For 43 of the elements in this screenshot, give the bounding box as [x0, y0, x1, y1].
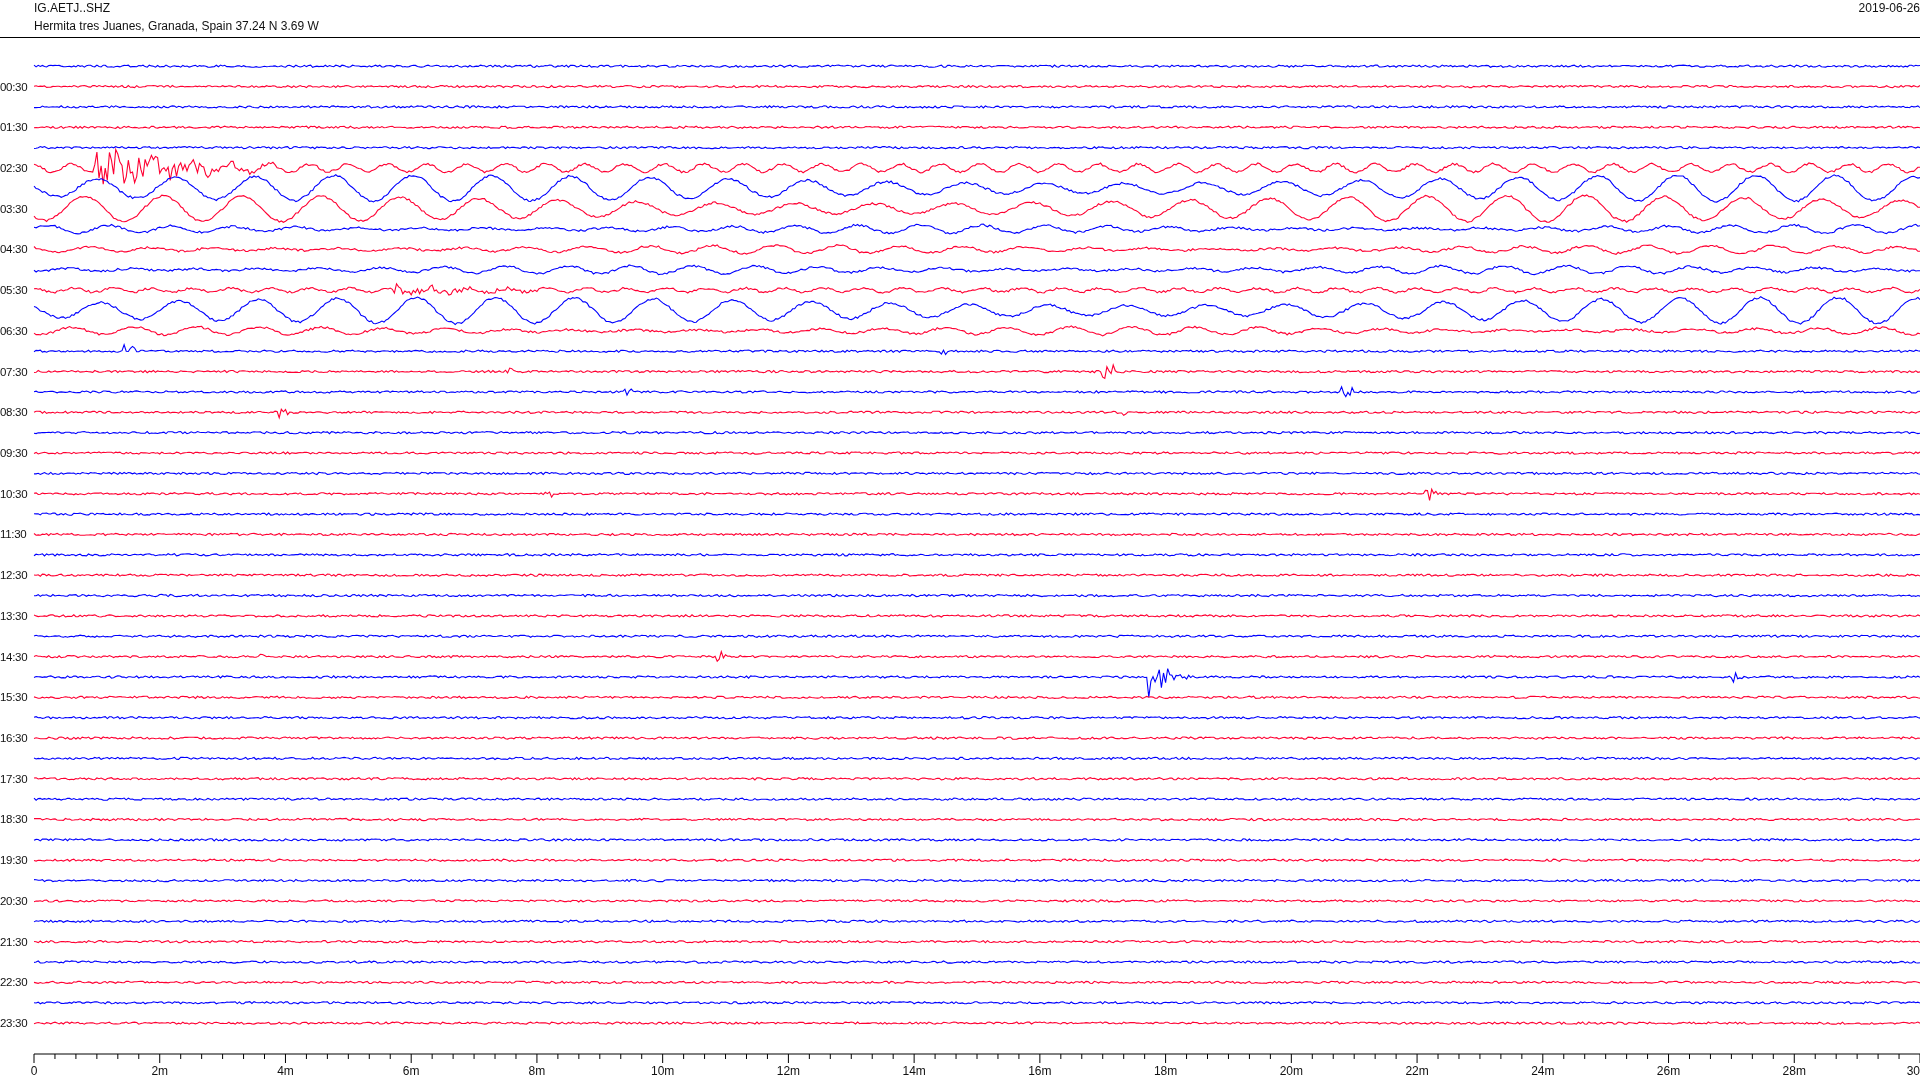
axis-tick-label: 28m: [1782, 1064, 1806, 1079]
time-label: 09:30: [0, 447, 28, 459]
axis-tick-label: 14m: [902, 1064, 926, 1079]
time-label: 18:30: [0, 813, 28, 826]
time-label: 23:30: [0, 1017, 28, 1030]
time-label: 02:30: [0, 161, 28, 174]
station-location: Hermita tres Juanes, Granada, Spain 37.24 N 3.69 W: [34, 19, 319, 33]
time-label: 13:30: [0, 609, 28, 622]
axis-tick-label: 4m: [277, 1064, 294, 1079]
station-code: IG.AETJ..SHZ: [34, 1, 111, 15]
time-label: 08:30: [0, 406, 28, 419]
time-label: 00:30: [0, 80, 28, 93]
time-label: 16:30: [0, 732, 28, 745]
axis-tick-label: 26m: [1656, 1064, 1681, 1079]
axis-tick-label: 6m: [402, 1064, 420, 1079]
axis-tick-label: 22m: [1405, 1064, 1429, 1079]
time-label: 06:30: [0, 324, 28, 337]
time-label: 22:30: [0, 976, 28, 989]
time-label: 17:30: [0, 772, 28, 785]
axis-tick-label: 16m: [1028, 1064, 1052, 1079]
axis-tick-label: 8m: [528, 1064, 546, 1079]
time-label: 14:30: [0, 650, 28, 663]
time-label: 20:30: [0, 894, 28, 907]
axis-tick-label: 18m: [1153, 1064, 1178, 1079]
axis-tick-label: 12m: [776, 1064, 801, 1079]
axis-tick-label: 2m: [151, 1064, 169, 1079]
time-label: 07:30: [0, 365, 28, 378]
record-date: 2019-06-26: [1858, 0, 1920, 17]
axis-tick-label: 0: [30, 1064, 38, 1079]
time-label: 21:30: [0, 935, 28, 948]
time-label: 05:30: [0, 284, 28, 297]
time-label: 01:30: [0, 121, 28, 134]
time-label: 03:30: [0, 202, 28, 215]
time-label: 11:30: [0, 528, 27, 541]
axis-tick-label: 24m: [1531, 1064, 1555, 1079]
time-label: 10:30: [0, 487, 28, 500]
axis-tick-label: 10m: [651, 1064, 675, 1079]
time-label: 04:30: [0, 243, 28, 256]
axis-tick-label: 30: [1906, 1064, 1920, 1079]
axis-tick-label: 20m: [1279, 1064, 1303, 1079]
time-label: 19:30: [0, 854, 28, 867]
time-label: 15:30: [0, 691, 28, 704]
time-label: 12:30: [0, 569, 28, 582]
